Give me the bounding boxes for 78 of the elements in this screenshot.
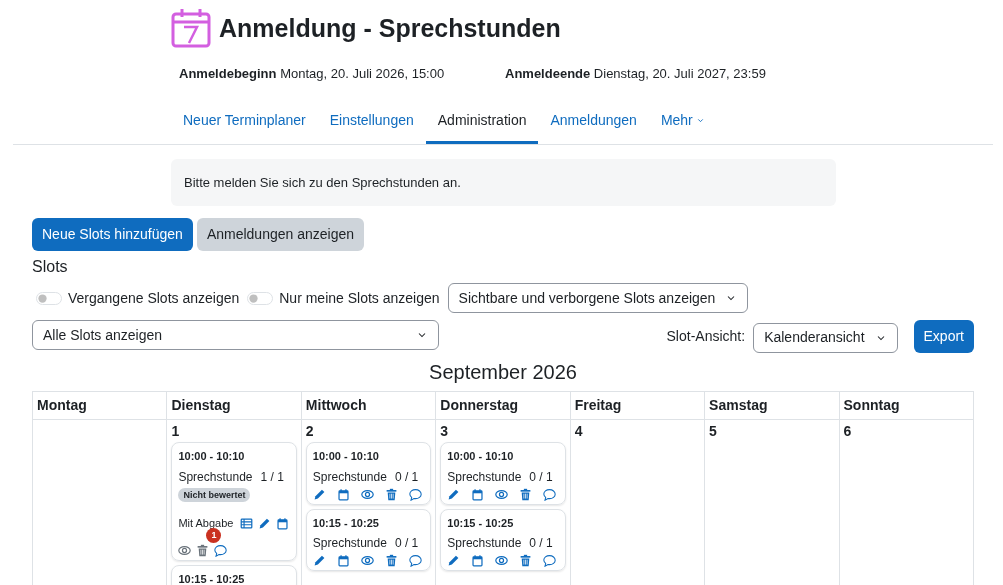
day-number: 3: [440, 422, 450, 441]
nav-tab[interactable]: Neuer Terminplaner: [171, 101, 318, 144]
nav-tab[interactable]: Anmeldungen: [538, 101, 649, 144]
view-label: Slot-Ansicht:: [666, 327, 746, 346]
trash-button[interactable]: [384, 487, 398, 501]
calendar-button[interactable]: [471, 554, 485, 568]
slot-time: 10:00 - 10:10: [447, 449, 515, 465]
slot-time: 10:00 - 10:10: [312, 449, 380, 465]
filter-select[interactable]: Alle Slots anzeigen: [32, 320, 439, 350]
weekday-header: Mittwoch: [301, 391, 436, 420]
toggle-label: Nur meine Slots anzeigen: [279, 288, 440, 308]
day-number: 5: [709, 422, 718, 441]
visibility-select[interactable]: Sichtbare und verborgene Slots anzeigen: [447, 283, 749, 313]
weekday-header: Freitag: [570, 391, 705, 420]
slot-time: 10:00 - 10:10: [178, 449, 246, 465]
weekday-header: Samstag: [704, 391, 840, 420]
export-button[interactable]: Export: [913, 320, 974, 353]
day-number: 2: [305, 422, 315, 441]
month-heading: September 2026: [428, 360, 578, 385]
weekday-header: Donnerstag: [435, 391, 571, 420]
booking-count: 1 / 1: [260, 468, 284, 486]
grading-badge: Nicht bewertet: [178, 487, 251, 503]
slot-title: Sprechstunde: [447, 468, 522, 486]
booking-count: 0 / 1: [529, 535, 553, 553]
pencil-button[interactable]: [312, 554, 326, 568]
toggle-switch[interactable]: [36, 291, 62, 305]
count-badge: 1: [206, 528, 222, 544]
slot-title: Sprechstunde: [312, 535, 387, 553]
slot-time: 10:15 - 10:25: [447, 515, 515, 531]
calendar-button[interactable]: [276, 517, 290, 530]
slot-title: Sprechstunde: [178, 468, 253, 486]
speech-bubble-button[interactable]: [214, 544, 228, 558]
add-slots-button[interactable]: Neue Slots hinzufügen: [32, 218, 193, 251]
trash-button[interactable]: [384, 554, 398, 568]
calendar-button[interactable]: [336, 487, 350, 501]
day-number: 6: [843, 422, 853, 441]
trash-button[interactable]: [519, 554, 533, 568]
table-button[interactable]: [240, 517, 254, 530]
calendar-button[interactable]: [471, 487, 485, 501]
speech-bubble-button[interactable]: [408, 487, 422, 501]
pencil-button[interactable]: [312, 487, 326, 501]
speech-bubble-button[interactable]: [408, 554, 422, 568]
calendar-button[interactable]: [336, 554, 350, 568]
date-info: Anmeldeende Dienstag, 20. Juli 2027, 23:59: [505, 65, 766, 83]
show-bookings-button[interactable]: Anmeldungen anzeigen: [196, 218, 364, 251]
weekday-header: Montag: [32, 391, 167, 420]
view-select[interactable]: Kalenderansicht: [753, 322, 898, 353]
eye-button[interactable]: [360, 487, 374, 501]
slot-time: 10:15 - 10:25: [178, 572, 246, 585]
calendar-icon: [171, 8, 211, 48]
eye-button[interactable]: [360, 554, 374, 568]
slot-time: 10:15 - 10:25: [312, 515, 380, 531]
speech-bubble-button[interactable]: [543, 554, 557, 568]
pencil-button[interactable]: [258, 517, 272, 530]
speech-bubble-button[interactable]: [543, 487, 557, 501]
day-number: 1: [171, 422, 181, 441]
eye-button[interactable]: [495, 487, 509, 501]
toggle-switch[interactable]: [247, 291, 274, 305]
nav-tab[interactable]: Administration: [425, 101, 539, 144]
date-info: Anmeldebeginn Montag, 20. Juli 2026, 15:00: [179, 65, 446, 83]
booking-count: 0 / 1: [529, 468, 553, 486]
page-title: Anmeldung - Sprechstunden: [219, 13, 561, 43]
toggle-label: Vergangene Slots anzeigen: [68, 288, 240, 308]
slot-title: Sprechstunde: [447, 535, 522, 553]
dropdown-tab[interactable]: Mehr: [648, 101, 717, 144]
booking-count: 0 / 1: [394, 535, 419, 553]
trash-button[interactable]: [519, 487, 533, 501]
pencil-button[interactable]: [447, 487, 461, 501]
weekday-header: Sonntag: [839, 391, 974, 420]
day-number: 4: [574, 422, 584, 441]
nav-tab[interactable]: Einstellungen: [317, 101, 426, 144]
weekday-header: Dienstag: [166, 391, 302, 420]
pencil-button[interactable]: [447, 554, 461, 568]
booking-count: 0 / 1: [394, 468, 419, 486]
section-heading: Slots: [32, 257, 69, 277]
eye-button[interactable]: [495, 554, 509, 568]
intro-text: Bitte melden Sie sich zu den Sprechstunden an.: [171, 158, 836, 206]
slot-title: Sprechstunde: [312, 468, 387, 486]
